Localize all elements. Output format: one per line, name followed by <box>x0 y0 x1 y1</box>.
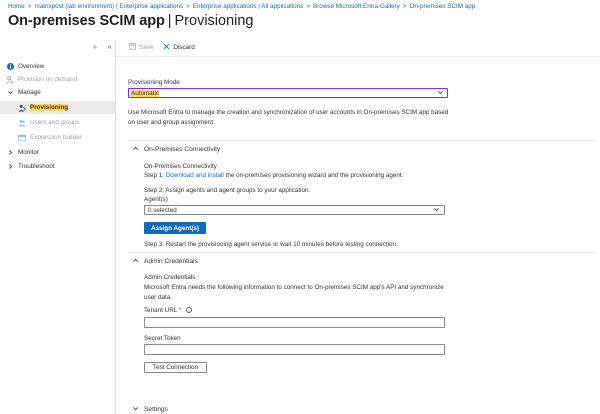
provisioning-mode-value: Automatic <box>131 90 159 97</box>
admin-section-title: Admin Credentials <box>144 258 198 265</box>
sidebar-item-label: Users and groups <box>30 119 80 126</box>
sidebar: » « Overview Provision on demand Manage … <box>0 40 116 414</box>
provisioning-mode-description: Use Microsoft Entra to manage the creati… <box>128 109 449 126</box>
tenant-url-label: Tenant URL * i <box>144 307 192 314</box>
assign-agents-button[interactable]: Assign Agent(s) <box>144 222 206 234</box>
chevron-down-icon <box>6 89 14 97</box>
secret-token-input[interactable] <box>144 344 445 355</box>
sidebar-item-label: Expression builder <box>30 134 82 141</box>
sidebar-item-label: Manage <box>18 89 41 96</box>
chevron-down-icon <box>433 206 440 215</box>
sidebar-item-expression-builder[interactable]: Expression builder <box>0 131 115 144</box>
agents-label: Agent(s) <box>144 196 168 203</box>
title-separator: | <box>167 13 172 29</box>
discard-label: Discard <box>173 44 195 51</box>
breadcrumb-app[interactable]: On-premises SCIM app <box>409 3 475 10</box>
save-icon <box>129 43 136 52</box>
sidebar-item-overview[interactable]: Overview <box>0 60 115 73</box>
admin-subtitle: Admin Credentials <box>144 274 196 281</box>
expression-builder-icon <box>18 134 26 142</box>
step1-prefix: Step 1: <box>144 172 164 179</box>
close-icon <box>163 43 170 52</box>
breadcrumb-tenant-enterprise-apps[interactable]: matrixpost (lab environment) | Enterpris… <box>34 3 183 10</box>
required-indicator: * <box>178 307 182 314</box>
chevron-up-icon <box>132 145 139 154</box>
provisioning-icon <box>18 104 26 112</box>
agents-value: 0 selected <box>148 207 177 214</box>
blade-title: Provisioning <box>174 13 254 29</box>
onprem-section-title: On-Premises Connectivity <box>144 146 221 153</box>
toolbar-divider <box>116 56 600 57</box>
breadcrumb: Home > matrixpost (lab environment) | En… <box>8 3 475 10</box>
expand-icon[interactable]: » <box>93 44 97 51</box>
chevron-right-icon <box>6 149 14 157</box>
breadcrumb-gallery[interactable]: Browse Microsoft Entra Gallery <box>313 3 400 10</box>
onprem-step2: Step 2: Assign agents and agent groups t… <box>144 187 311 194</box>
users-icon <box>18 119 26 127</box>
breadcrumb-separator: > <box>402 3 407 10</box>
discard-button[interactable]: Discard <box>163 43 195 52</box>
secret-token-label: Secret Token <box>144 335 181 342</box>
sidebar-item-troubleshoot[interactable]: Troubleshoot <box>0 160 115 173</box>
breadcrumb-all-applications[interactable]: Enterprise applications | All applicatio… <box>193 3 304 10</box>
sidebar-item-provision-on-demand[interactable]: Provision on demand <box>0 73 115 86</box>
chevron-down-icon <box>132 405 139 414</box>
breadcrumb-separator: > <box>186 3 190 10</box>
page-title: On-premises SCIM app | Provisioning <box>8 13 254 29</box>
section-divider <box>128 252 596 253</box>
provisioning-mode-label: Provisioning Mode <box>128 79 180 86</box>
sidebar-item-label: Troubleshoot <box>18 163 55 170</box>
onprem-section-header[interactable]: On-Premises Connectivity <box>132 145 220 154</box>
step1-suffix: the on-premises provisioning wizard and … <box>225 172 404 179</box>
onprem-subtitle: On-Premises Connectivity <box>144 163 217 170</box>
app-title: On-premises SCIM app <box>8 13 165 29</box>
admin-section-header[interactable]: Admin Credentials <box>132 257 198 266</box>
sidebar-item-label: Overview <box>18 63 45 70</box>
settings-section-header[interactable]: Settings <box>132 405 168 414</box>
command-bar: Save Discard <box>129 43 195 52</box>
info-icon <box>6 63 14 71</box>
chevron-down-icon <box>437 89 444 98</box>
breadcrumb-separator: > <box>306 3 310 10</box>
chevron-up-icon <box>132 257 139 266</box>
save-button[interactable]: Save <box>129 43 153 52</box>
settings-section-title: Settings <box>144 406 168 413</box>
info-icon[interactable]: i <box>185 307 192 314</box>
breadcrumb-separator: > <box>27 3 32 10</box>
admin-description: Microsoft Entra needs the following info… <box>144 284 444 301</box>
agents-dropdown[interactable]: 0 selected <box>144 205 445 215</box>
onprem-step1: Step 1: Download and install the on-prem… <box>144 172 403 179</box>
breadcrumb-home[interactable]: Home <box>8 3 25 10</box>
provision-on-demand-icon <box>6 75 14 84</box>
sidebar-item-label: Provisioning <box>30 104 69 111</box>
collapse-icon[interactable]: « <box>108 44 112 51</box>
sidebar-collapse-controls: » « <box>93 44 112 51</box>
sidebar-item-users-and-groups[interactable]: Users and groups <box>0 116 115 129</box>
tenant-url-input[interactable] <box>144 317 445 328</box>
onprem-step3: Step 3: Restart the provisioning agent s… <box>144 241 398 248</box>
provisioning-mode-select[interactable]: Automatic <box>128 88 448 98</box>
sidebar-item-label: Monitor <box>18 149 39 156</box>
save-label: Save <box>139 44 154 51</box>
test-connection-button[interactable]: Test Connection <box>144 362 207 373</box>
sidebar-item-manage[interactable]: Manage <box>0 86 115 99</box>
sidebar-item-label: Provision on demand <box>18 76 78 83</box>
sidebar-item-monitor[interactable]: Monitor <box>0 146 115 159</box>
section-divider <box>128 140 596 141</box>
tenant-url-label-text: Tenant URL <box>144 307 178 314</box>
chevron-right-icon <box>6 163 14 171</box>
download-install-link[interactable]: Download and install <box>166 172 224 179</box>
sidebar-item-provisioning[interactable]: Provisioning <box>0 101 115 114</box>
